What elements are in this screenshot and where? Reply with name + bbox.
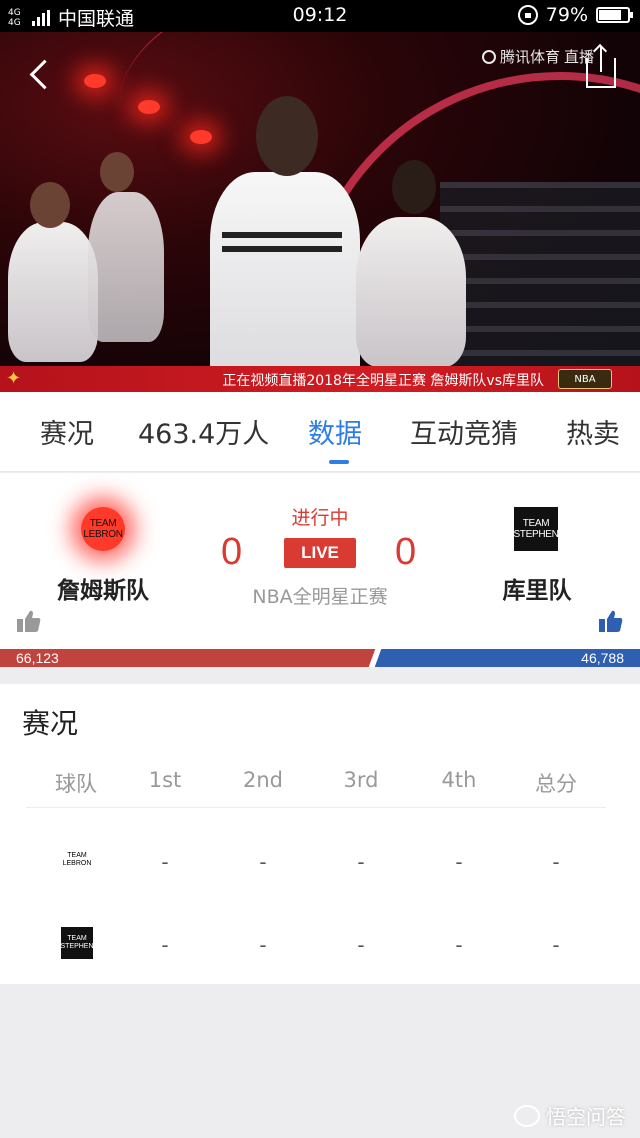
lock-rotation-icon [517,5,538,25]
dancer-back [88,192,164,342]
logo-line: TEAM [67,852,87,859]
chat-bubble-icon [514,1104,540,1127]
logo-line: TEAM [522,518,550,529]
performer-head [256,96,318,176]
cell-q1: - [161,933,169,957]
home-support-count: 66,123 [16,650,59,666]
tab-shop[interactable]: 热卖 [566,412,620,451]
live-ticker: ✦ 正在视频直播2018年全明星正赛 詹姆斯队vs库里队 NBA [0,366,640,392]
performer [210,172,360,392]
battery-fill [599,10,622,20]
header-q3: 3rd [343,768,379,792]
table-row: TEAM LEBRON - - - - - [26,836,606,896]
thumbs-up-icon[interactable] [16,608,42,634]
stage-light [190,130,212,144]
stage-stairs [440,182,640,382]
jacket-stripe [222,232,342,238]
jacket-stripe [222,246,342,252]
cell-q3: - [357,850,365,874]
stage-light [138,100,160,114]
logo-line: TEAM [67,935,87,942]
tab-viewers[interactable]: 463.4万人 [138,412,269,451]
cell-q2: - [259,850,267,874]
nba-logo: NBA [558,369,612,389]
table-header: 球队 1st 2nd 3rd 4th 总分 [26,768,606,808]
active-tab-indicator [329,460,349,464]
watermark-text: 悟空问答 [546,1105,626,1129]
header-q1: 1st [148,768,182,792]
festive-decoration-icon: ✦ [6,368,22,389]
tab-bar: 赛况 463.4万人 数据 互动竞猜 热卖 [0,392,640,472]
logo-line: LEBRON [62,860,92,867]
cell-total: - [552,850,560,874]
cell-q3: - [357,933,365,957]
away-support-count: 46,788 [581,650,624,666]
panel-title: 赛况 [22,707,79,740]
cell-q4: - [455,933,463,957]
logo-line: STEPHEN [513,529,559,540]
header-q4: 4th [441,768,477,792]
cell-q2: - [259,933,267,957]
live-badge: LIVE [284,538,356,568]
tab-game-status[interactable]: 赛况 [40,412,94,451]
support-bar: 66,123 46,788 [0,649,640,667]
back-button[interactable] [26,56,54,92]
table-row: TEAM STEPHEN - - - - - [26,919,606,979]
home-score: 0 [221,531,243,573]
match-header: TEAM LEBRON 詹姆斯队 进行中 0 LIVE 0 NBA全明星正赛 T… [0,473,640,649]
away-team-name[interactable]: 库里队 [457,571,617,605]
away-score: 0 [395,531,417,573]
header-total: 总分 [535,772,577,796]
away-team-logo[interactable]: TEAM STEPHEN [513,507,559,551]
tencent-logo-icon [481,49,496,64]
dancer-left [8,222,98,362]
team-logo-lebron: TEAM LEBRON [61,844,93,876]
cell-total: - [552,933,560,957]
status-right: 79% [517,4,633,26]
wukong-watermark: 悟空问答 [514,1101,626,1130]
team-logo-stephen: TEAM STEPHEN [60,927,94,959]
quarter-score-panel: 赛况 球队 1st 2nd 3rd 4th 总分 TEAM LEBRON - -… [0,684,640,984]
video-player[interactable]: 腾讯体育 直播 ✦ 正在视频直播2018年全明星正赛 詹姆斯队vs库里队 NBA [0,32,640,392]
tab-guess[interactable]: 互动竞猜 [410,412,518,451]
logo-line: STEPHEN [60,943,94,950]
cell-q4: - [455,850,463,874]
dancer-head [392,160,436,214]
thumbs-up-icon[interactable] [598,608,624,634]
ticker-text: 正在视频直播2018年全明星正赛 詹姆斯队vs库里队 [222,373,544,389]
stage-light [84,74,106,88]
status-bar: 4G 4G 中国联通 09:12 79% [0,0,640,32]
logo-line: LEBRON [83,529,123,540]
broadcaster-watermark: 腾讯体育 直播 [481,46,594,67]
dancer-head [100,152,134,192]
battery-icon [596,7,633,23]
battery-percent: 79% [545,4,588,26]
share-icon[interactable] [586,46,616,88]
dancer-right [356,217,466,367]
header-q2: 2nd [242,768,283,792]
dancer-head [30,182,70,228]
header-team: 球队 [55,772,97,796]
watermark-text: 腾讯体育 [499,48,560,66]
tab-data[interactable]: 数据 [308,412,362,451]
cell-q1: - [161,850,169,874]
